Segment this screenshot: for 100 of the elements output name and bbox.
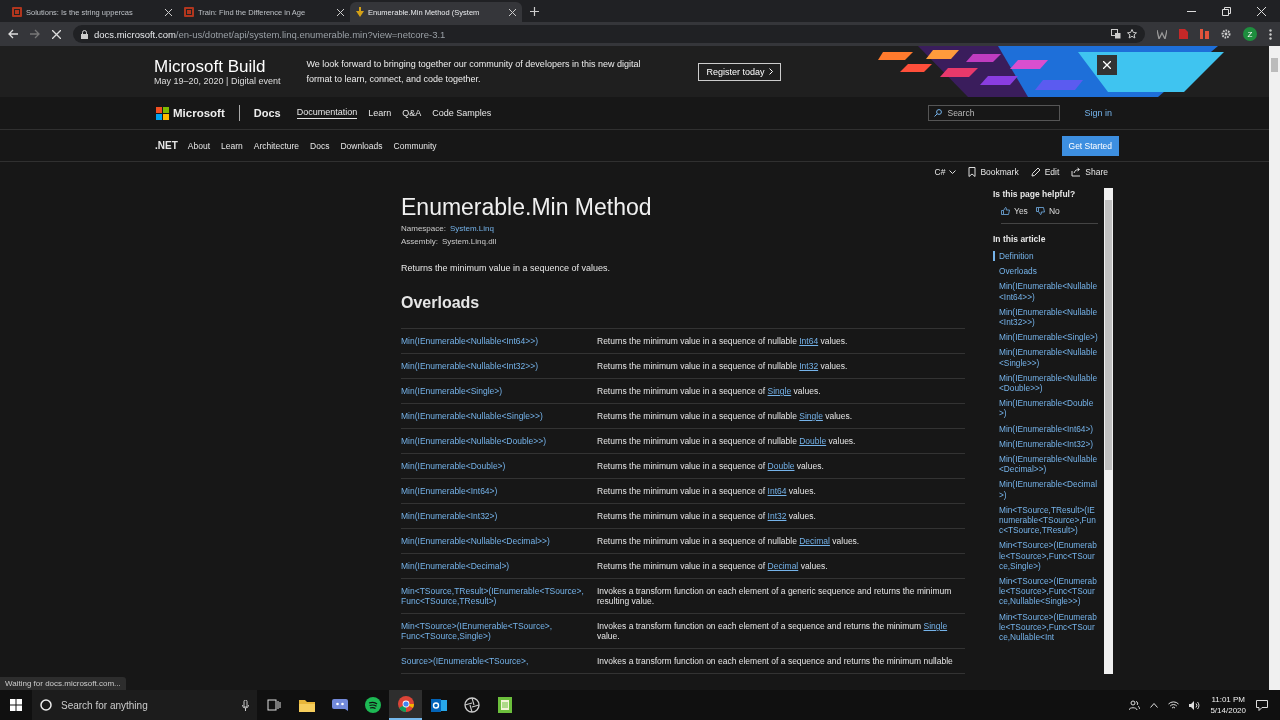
toc-link[interactable]: Min(IEnumerable<Int32>)	[993, 438, 1098, 450]
toc-link[interactable]: Min<TSource>(IEnumerable<TSource>,Func<TSource,Nullable<Int	[993, 611, 1098, 643]
search-field[interactable]: Search	[928, 105, 1061, 121]
type-link[interactable]: Int64	[767, 486, 787, 496]
overload-link[interactable]: Min<TSource>(IEnumerable<TSource>, Func<TSource,Single>)	[401, 621, 597, 641]
wifi-icon[interactable]	[1168, 700, 1180, 710]
clock[interactable]: 11:01 PM 5/14/2020	[1210, 694, 1246, 716]
toc-link[interactable]: Min(IEnumerable<Int64>)	[993, 423, 1098, 434]
type-link[interactable]: Int64	[799, 336, 819, 346]
forward-icon[interactable]	[30, 29, 40, 39]
overload-link[interactable]: Min(IEnumerable<Nullable<Double>>)	[401, 436, 597, 446]
browser-icon	[397, 696, 414, 712]
nav-link[interactable]: Documentation	[296, 107, 358, 119]
type-link[interactable]: Decimal	[799, 536, 830, 546]
taskbar-search-field[interactable]: Search for anything	[32, 690, 257, 720]
toc-link[interactable]: Overloads	[993, 266, 1098, 277]
type-link[interactable]: Double	[767, 461, 795, 471]
overload-link[interactable]: Source>(IEnumerable<TSource>,	[401, 656, 597, 666]
overload-link[interactable]: Min<TSource,TResult>(IEnumerable<TSource>, Func<TSource,TResult>)	[401, 586, 597, 606]
extension-icon[interactable]	[1157, 29, 1167, 39]
type-link[interactable]: Int32	[799, 361, 819, 371]
notification-icon[interactable]	[1256, 699, 1268, 711]
people-icon[interactable]	[1129, 700, 1141, 710]
toc-link[interactable]: Min(IEnumerable<Nullable<Decimal>>)	[993, 454, 1098, 475]
microsoft-logo-icon	[156, 106, 169, 120]
chevron-up-icon[interactable]	[1150, 702, 1159, 708]
overload-link[interactable]: Min(IEnumerable<Nullable<Single>>)	[401, 411, 597, 421]
toc-link[interactable]: Min<TSource,TResult>(IEnumerable<TSource>,Func<TSource,TResult>)	[993, 504, 1098, 536]
yes-button[interactable]: Yes	[1001, 206, 1028, 216]
nav-link[interactable]: Learn	[221, 140, 243, 151]
overload-description: Invokes a transform function on each element of a sequence and returns the minimum nullable	[597, 656, 954, 666]
close-button[interactable]	[1097, 55, 1117, 75]
namespace-link[interactable]: System.Linq	[449, 222, 494, 235]
type-link[interactable]: Single	[923, 621, 948, 631]
star-icon[interactable]	[1127, 29, 1137, 39]
overload-link[interactable]: Min(IEnumerable<Double>)	[401, 461, 597, 471]
nav-link[interactable]: Code Samples	[432, 107, 492, 119]
thumbs-down-icon	[1035, 207, 1045, 215]
overload-link[interactable]: Min(IEnumerable<Nullable<Int32>>)	[401, 361, 597, 371]
nav-link[interactable]: Architecture	[253, 140, 300, 151]
section-heading: Overloads	[401, 293, 481, 313]
nav-link[interactable]: Learn	[368, 107, 392, 119]
windows-icon[interactable]	[10, 699, 22, 711]
taskbar-app[interactable]	[389, 690, 422, 720]
volume-icon[interactable]	[1189, 700, 1201, 710]
notepad-icon	[497, 697, 512, 713]
restore-icon[interactable]	[1222, 6, 1231, 16]
toc-link[interactable]: Min<TSource>(IEnumerable<TSource>,Func<TSource,Nullable<Single>>)	[993, 576, 1098, 607]
microphone-icon[interactable]	[242, 699, 249, 711]
close-icon[interactable]	[1257, 6, 1266, 16]
toc-link[interactable]: Min(IEnumerable<Single>)	[993, 332, 1098, 343]
translate-icon[interactable]	[1111, 29, 1121, 39]
close-icon[interactable]	[165, 8, 172, 16]
type-link[interactable]: Int32	[767, 511, 787, 521]
toc-link[interactable]: Min<TSource>(IEnumerable<TSource>,Func<TSource,Single>)	[993, 540, 1098, 572]
plus-icon[interactable]	[530, 6, 539, 16]
nav-link[interactable]: Community	[393, 140, 437, 151]
overload-link[interactable]: Min(IEnumerable<Nullable<Decimal>>)	[401, 536, 597, 546]
overload-link[interactable]: Min(IEnumerable<Decimal>)	[401, 561, 597, 571]
toolbar-link[interactable]: Edit	[1030, 167, 1060, 177]
back-icon[interactable]	[8, 29, 18, 39]
overload-link[interactable]: Min(IEnumerable<Single>)	[401, 386, 597, 396]
close-icon[interactable]	[337, 8, 344, 16]
toc-link[interactable]: Min(IEnumerable<Decimal>)	[993, 479, 1098, 500]
toc-link[interactable]: Min(IEnumerable<Nullable<Double>>)	[993, 372, 1098, 394]
overload-link[interactable]: Min(IEnumerable<Int64>)	[401, 486, 597, 496]
toc-link[interactable]: Min(IEnumerable<Nullable<Int32>>)	[993, 306, 1098, 328]
toolbar-link[interactable]: Share	[1071, 167, 1108, 177]
overload-link[interactable]: Min(IEnumerable<Int32>)	[401, 511, 597, 521]
type-link[interactable]: Double	[799, 436, 827, 446]
toc-link[interactable]: Definition	[993, 251, 1098, 262]
settings-icon[interactable]	[1221, 29, 1231, 39]
bookmark-icon	[968, 167, 977, 177]
toc-link[interactable]: Min(IEnumerable<Nullable<Int64>>)	[993, 281, 1098, 302]
nav-link[interactable]: Q&A	[402, 107, 422, 119]
toolbar-link[interactable]: Bookmark	[968, 167, 1019, 177]
toc-link[interactable]: Min(IEnumerable<Nullable<Single>>)	[993, 347, 1098, 368]
menu-icon[interactable]	[1269, 28, 1272, 40]
close-icon[interactable]	[509, 8, 516, 16]
overload-link[interactable]: Min(IEnumerable<Nullable<Int64>>)	[401, 336, 597, 346]
profile-avatar[interactable]: Z	[1243, 27, 1257, 41]
extension-icon[interactable]	[1200, 29, 1209, 39]
language-dropdown[interactable]: C#	[934, 167, 957, 177]
nav-link[interactable]: Docs	[310, 140, 330, 151]
scrollbar[interactable]	[1104, 188, 1113, 674]
docs-link[interactable]: Docs	[253, 107, 281, 119]
chevron-icon	[769, 68, 774, 75]
type-link[interactable]: Single	[799, 411, 823, 421]
type-link[interactable]: Single	[767, 386, 792, 396]
address-field[interactable]: docs.microsoft.com/en-us/dotnet/api/system.linq.enumerable.min?view=netcore-3.1	[73, 25, 1145, 43]
music-app-icon	[364, 697, 381, 713]
register-button[interactable]: Register today	[698, 62, 782, 81]
scrollbar[interactable]	[1269, 46, 1280, 690]
nav-link[interactable]: Downloads	[340, 140, 383, 151]
sign-in-link[interactable]: Sign in	[1084, 108, 1112, 118]
toc-link[interactable]: Min(IEnumerable<Double>)	[993, 398, 1098, 419]
type-link[interactable]: Decimal	[767, 561, 799, 571]
nav-link[interactable]: About	[187, 140, 210, 151]
no-button[interactable]: No	[1035, 206, 1060, 216]
stop-icon[interactable]	[52, 29, 61, 39]
